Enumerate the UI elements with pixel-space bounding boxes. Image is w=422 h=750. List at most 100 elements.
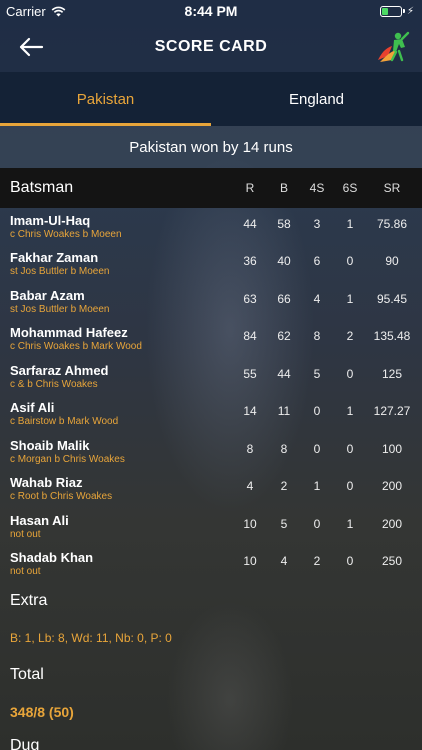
player-name: Imam-Ul-Haq [10, 212, 91, 228]
dismissal-text: c Chris Woakes b Moeen [10, 228, 122, 240]
player-name: Shoaib Malik [10, 437, 90, 453]
player-cell: Fakhar Zaman st Jos Buttler b Moeen [0, 250, 232, 278]
tab-pakistan[interactable]: Pakistan [0, 72, 211, 126]
runs-cell: 84 [243, 329, 257, 344]
sixes-cell: 2 [346, 329, 354, 344]
runs-cell: 8 [246, 441, 254, 456]
total-title: Total [10, 666, 44, 683]
table-row: Wahab Riaz c Root b Chris Woakes 4 2 1 0… [0, 471, 422, 509]
carrier-label: Carrier [6, 3, 46, 19]
tab-england[interactable]: England [211, 72, 422, 126]
sixes-cell: 1 [346, 404, 354, 419]
status-left: Carrier [6, 4, 66, 19]
cricket-logo-icon [378, 31, 410, 62]
status-time: 8:44 PM [184, 3, 238, 19]
dismissal-text: c & b Chris Woakes [10, 378, 98, 390]
charging-bolt-icon: ⚡ [406, 5, 414, 17]
balls-cell: 66 [277, 291, 291, 306]
status-bar: Carrier 8:44 PM ⚡ [0, 0, 422, 22]
runs-cell: 10 [243, 516, 257, 531]
fours-cell: 1 [313, 479, 321, 494]
runs-cell: 63 [243, 291, 257, 306]
sixes-cell: 0 [346, 554, 354, 569]
player-name: Shadab Khan [10, 550, 94, 566]
player-cell: Sarfaraz Ahmed c & b Chris Woakes [0, 363, 232, 391]
balls-cell: 62 [277, 329, 291, 344]
batting-rows: Imam-Ul-Haq c Chris Woakes b Moeen 44 58… [0, 208, 422, 583]
table-row: Babar Azam st Jos Buttler b Moeen 63 66 … [0, 283, 422, 321]
extra-title: Extra [10, 592, 48, 609]
runs-cell: 36 [243, 254, 257, 269]
sixes-cell: 1 [346, 216, 354, 231]
table-row: Sarfaraz Ahmed c & b Chris Woakes 55 44 … [0, 358, 422, 396]
runs-cell: 44 [243, 216, 257, 231]
sixes-cell: 0 [346, 441, 354, 456]
header-sixes: 6S [342, 181, 358, 195]
strike-rate-cell: 125 [381, 366, 403, 381]
player-cell: Mohammad Hafeez c Chris Woakes b Mark Wo… [0, 325, 232, 353]
table-row: Mohammad Hafeez c Chris Woakes b Mark Wo… [0, 321, 422, 359]
wifi-icon [51, 6, 66, 16]
table-row: Fakhar Zaman st Jos Buttler b Moeen 36 4… [0, 246, 422, 284]
dismissal-text: c Chris Woakes b Mark Wood [10, 341, 142, 353]
total-value: 348/8 (50) [10, 704, 74, 720]
header-runs: R [245, 181, 255, 195]
player-name: Babar Azam [10, 287, 85, 303]
page-title: SCORE CARD [154, 38, 268, 55]
next-section-title: Dug [10, 737, 40, 750]
sixes-cell: 0 [346, 479, 354, 494]
dismissal-text: not out [10, 566, 41, 578]
player-name: Asif Ali [10, 400, 55, 416]
table-row: Shadab Khan not out 10 4 2 0 250 [0, 546, 422, 584]
dismissal-text: c Morgan b Chris Woakes [10, 453, 125, 465]
match-result: Pakistan won by 14 runs [0, 126, 422, 168]
back-arrow-icon[interactable] [18, 35, 44, 59]
dismissal-text: st Jos Buttler b Moeen [10, 303, 110, 315]
header-fours: 4S [309, 181, 325, 195]
player-name: Wahab Riaz [10, 475, 83, 491]
player-cell: Shadab Khan not out [0, 550, 232, 578]
runs-cell: 4 [246, 479, 254, 494]
nav-bar: SCORE CARD [0, 22, 422, 72]
fours-cell: 2 [313, 554, 321, 569]
fours-cell: 0 [313, 516, 321, 531]
header-balls: B [279, 181, 288, 195]
balls-cell: 2 [280, 479, 288, 494]
balls-cell: 4 [280, 554, 288, 569]
player-name: Mohammad Hafeez [10, 325, 128, 341]
fours-cell: 3 [313, 216, 321, 231]
player-cell: Hasan Ali not out [0, 513, 232, 541]
sixes-cell: 1 [346, 291, 354, 306]
runs-cell: 10 [243, 554, 257, 569]
batting-table-header: Batsman R B 4S 6S SR [0, 168, 422, 208]
header-strike-rate: SR [383, 181, 401, 195]
dismissal-text: c Root b Chris Woakes [10, 491, 113, 503]
sixes-cell: 0 [346, 366, 354, 381]
fours-cell: 0 [313, 404, 321, 419]
strike-rate-cell: 250 [381, 554, 403, 569]
fours-cell: 8 [313, 329, 321, 344]
dismissal-text: c Bairstow b Mark Wood [10, 416, 119, 428]
balls-cell: 58 [277, 216, 291, 231]
header-batsman: Batsman [10, 179, 74, 196]
table-row: Hasan Ali not out 10 5 0 1 200 [0, 508, 422, 546]
extra-value: B: 1, Lb: 8, Wd: 11, Nb: 0, P: 0 [10, 631, 172, 645]
balls-cell: 40 [277, 254, 291, 269]
runs-cell: 55 [243, 366, 257, 381]
player-cell: Asif Ali c Bairstow b Mark Wood [0, 400, 232, 428]
app-screen: Carrier 8:44 PM ⚡ SCORE CARD Pakistan En… [0, 0, 422, 750]
fours-cell: 0 [313, 441, 321, 456]
dismissal-text: st Jos Buttler b Moeen [10, 266, 110, 278]
fours-cell: 5 [313, 366, 321, 381]
strike-rate-cell: 90 [385, 254, 399, 269]
runs-cell: 14 [243, 404, 257, 419]
player-name: Fakhar Zaman [10, 250, 99, 266]
strike-rate-cell: 200 [381, 479, 403, 494]
team-tabs: Pakistan England [0, 72, 422, 126]
balls-cell: 5 [280, 516, 288, 531]
strike-rate-cell: 135.48 [373, 329, 411, 344]
player-cell: Babar Azam st Jos Buttler b Moeen [0, 288, 232, 316]
player-cell: Wahab Riaz c Root b Chris Woakes [0, 475, 232, 503]
sixes-cell: 1 [346, 516, 354, 531]
player-name: Hasan Ali [10, 512, 69, 528]
